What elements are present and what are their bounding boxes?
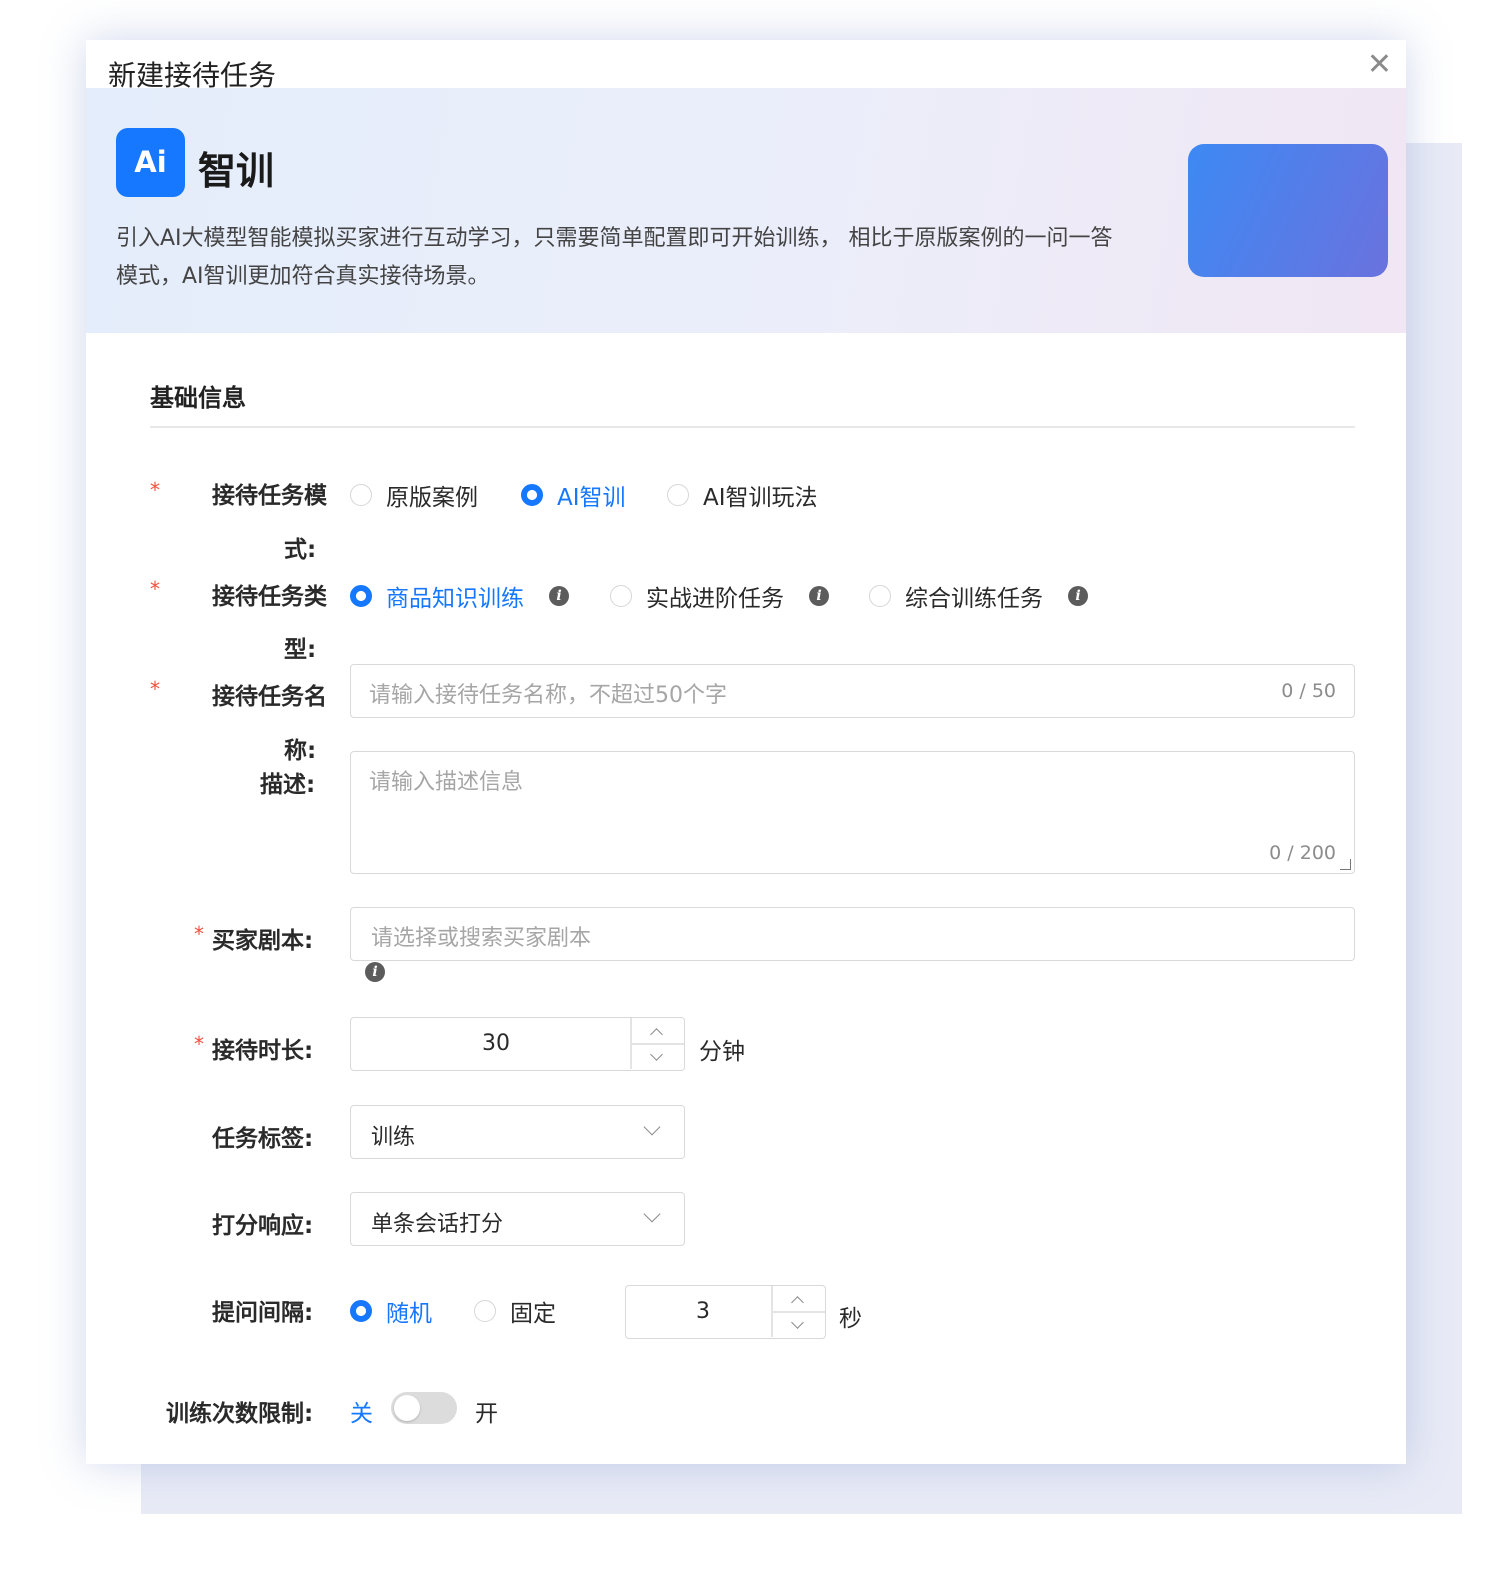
- info-icon[interactable]: i: [549, 586, 570, 606]
- banner-illustration: [1188, 144, 1388, 277]
- name-label: 接待任务名: [212, 684, 327, 710]
- section-title: 基础信息: [150, 384, 246, 412]
- switch-on-label: 开: [475, 1401, 498, 1427]
- radio-interval-random[interactable]: 随机: [350, 1294, 432, 1328]
- banner-description-line: 模式，AI智训更加符合真实接待场景。: [116, 264, 490, 289]
- section-divider: [150, 426, 1355, 428]
- radio-mode-original[interactable]: 原版案例: [350, 478, 478, 512]
- ai-logo-icon: Ai: [116, 128, 185, 197]
- mode-label: 接待任务模: [212, 483, 327, 509]
- radio-type-comprehensive[interactable]: 综合训练任务 i: [869, 579, 1089, 613]
- radio-circle: [350, 484, 372, 506]
- interval-stepper[interactable]: 3: [625, 1285, 826, 1339]
- increment-chevron-icon[interactable]: [791, 1296, 804, 1309]
- buyer-script-placeholder: 请选择或搜索买家剧本: [371, 926, 592, 951]
- stepper-divider: [772, 1311, 825, 1313]
- tag-label: 任务标签:: [212, 1126, 314, 1152]
- type-label: 接待任务类: [212, 584, 327, 610]
- required-mark: *: [150, 677, 160, 701]
- radio-type-advanced[interactable]: 实战进阶任务 i: [610, 579, 830, 613]
- buyer-script-label: 买家剧本:: [212, 928, 314, 954]
- decrement-chevron-icon[interactable]: [791, 1316, 804, 1329]
- stepper-divider: [631, 1043, 684, 1045]
- scoring-value: 单条会话打分: [371, 1212, 504, 1237]
- duration-value: 30: [482, 1031, 510, 1056]
- scoring-select[interactable]: 单条会话打分: [350, 1192, 685, 1246]
- training-limit-switch[interactable]: [391, 1392, 457, 1424]
- info-icon[interactable]: i: [1068, 586, 1089, 606]
- radio-label: 随机: [386, 1301, 432, 1327]
- new-reception-task-dialog: 新建接待任务 ✕ Ai 智训 引入AI大模型智能模拟买家进行互动学习，只需要简单…: [86, 40, 1406, 1464]
- task-name-counter: 0 / 50: [1281, 680, 1336, 702]
- info-icon[interactable]: i: [365, 962, 385, 982]
- scoring-label: 打分响应:: [212, 1213, 314, 1239]
- duration-unit: 分钟: [699, 1039, 745, 1065]
- description-label: 描述:: [260, 772, 316, 798]
- chevron-down-icon: [643, 1205, 661, 1223]
- mode-label-cont: 式:: [284, 537, 317, 563]
- resize-handle-icon[interactable]: [1340, 859, 1351, 870]
- radio-circle-checked: [521, 484, 543, 506]
- tag-select[interactable]: 训练: [350, 1105, 685, 1159]
- buyer-script-select[interactable]: 请选择或搜索买家剧本: [350, 907, 1355, 961]
- switch-knob: [394, 1395, 420, 1421]
- radio-circle-checked: [350, 585, 372, 607]
- info-icon[interactable]: i: [809, 586, 830, 606]
- required-mark: *: [194, 922, 204, 946]
- interval-value: 3: [696, 1299, 710, 1324]
- radio-label: AI智训玩法: [703, 485, 818, 511]
- required-mark: *: [194, 1032, 204, 1056]
- radio-circle: [667, 484, 689, 506]
- radio-type-product-knowledge[interactable]: 商品知识训练 i: [350, 579, 570, 613]
- description-counter: 0 / 200: [1269, 842, 1336, 864]
- radio-interval-fixed[interactable]: 固定: [474, 1294, 556, 1328]
- radio-label: 原版案例: [386, 485, 478, 511]
- tag-value: 训练: [371, 1125, 416, 1150]
- radio-circle-checked: [350, 1300, 372, 1322]
- radio-label: 固定: [510, 1301, 556, 1327]
- required-mark: *: [150, 478, 160, 502]
- ai-training-banner: Ai 智训 引入AI大模型智能模拟买家进行互动学习，只需要简单配置即可开始训练，…: [86, 88, 1406, 333]
- radio-circle: [474, 1300, 496, 1322]
- close-icon[interactable]: ✕: [1367, 50, 1392, 80]
- radio-label: AI智训: [557, 485, 626, 511]
- description-placeholder: 请输入描述信息: [369, 770, 524, 795]
- radio-label: 商品知识训练: [386, 586, 524, 612]
- description-textarea[interactable]: 请输入描述信息 0 / 200: [350, 751, 1355, 874]
- duration-stepper[interactable]: 30: [350, 1017, 685, 1071]
- radio-circle: [869, 585, 891, 607]
- interval-unit: 秒: [839, 1306, 862, 1332]
- switch-off-label: 关: [350, 1401, 373, 1427]
- banner-title: 智训: [198, 149, 275, 193]
- radio-mode-ai-play[interactable]: AI智训玩法: [667, 478, 818, 512]
- name-label-cont: 称:: [284, 738, 317, 764]
- duration-label: 接待时长:: [212, 1038, 314, 1064]
- limit-label: 训练次数限制:: [166, 1401, 314, 1427]
- task-name-placeholder: 请输入接待任务名称，不超过50个字: [369, 683, 727, 708]
- required-mark: *: [150, 577, 160, 601]
- type-label-cont: 型:: [284, 637, 317, 663]
- radio-mode-ai-training[interactable]: AI智训: [521, 478, 626, 512]
- radio-circle: [610, 585, 632, 607]
- decrement-chevron-icon[interactable]: [650, 1048, 663, 1061]
- chevron-down-icon: [643, 1118, 661, 1136]
- increment-chevron-icon[interactable]: [650, 1028, 663, 1041]
- radio-label: 综合训练任务: [905, 586, 1043, 612]
- banner-description: 引入AI大模型智能模拟买家进行互动学习，只需要简单配置即可开始训练， 相比于原版…: [116, 220, 1181, 296]
- radio-label: 实战进阶任务: [646, 586, 784, 612]
- banner-description-line: 引入AI大模型智能模拟买家进行互动学习，只需要简单配置即可开始训练， 相比于原版…: [116, 226, 1113, 251]
- interval-label: 提问间隔:: [212, 1300, 314, 1326]
- task-name-input[interactable]: 请输入接待任务名称，不超过50个字 0 / 50: [350, 664, 1355, 718]
